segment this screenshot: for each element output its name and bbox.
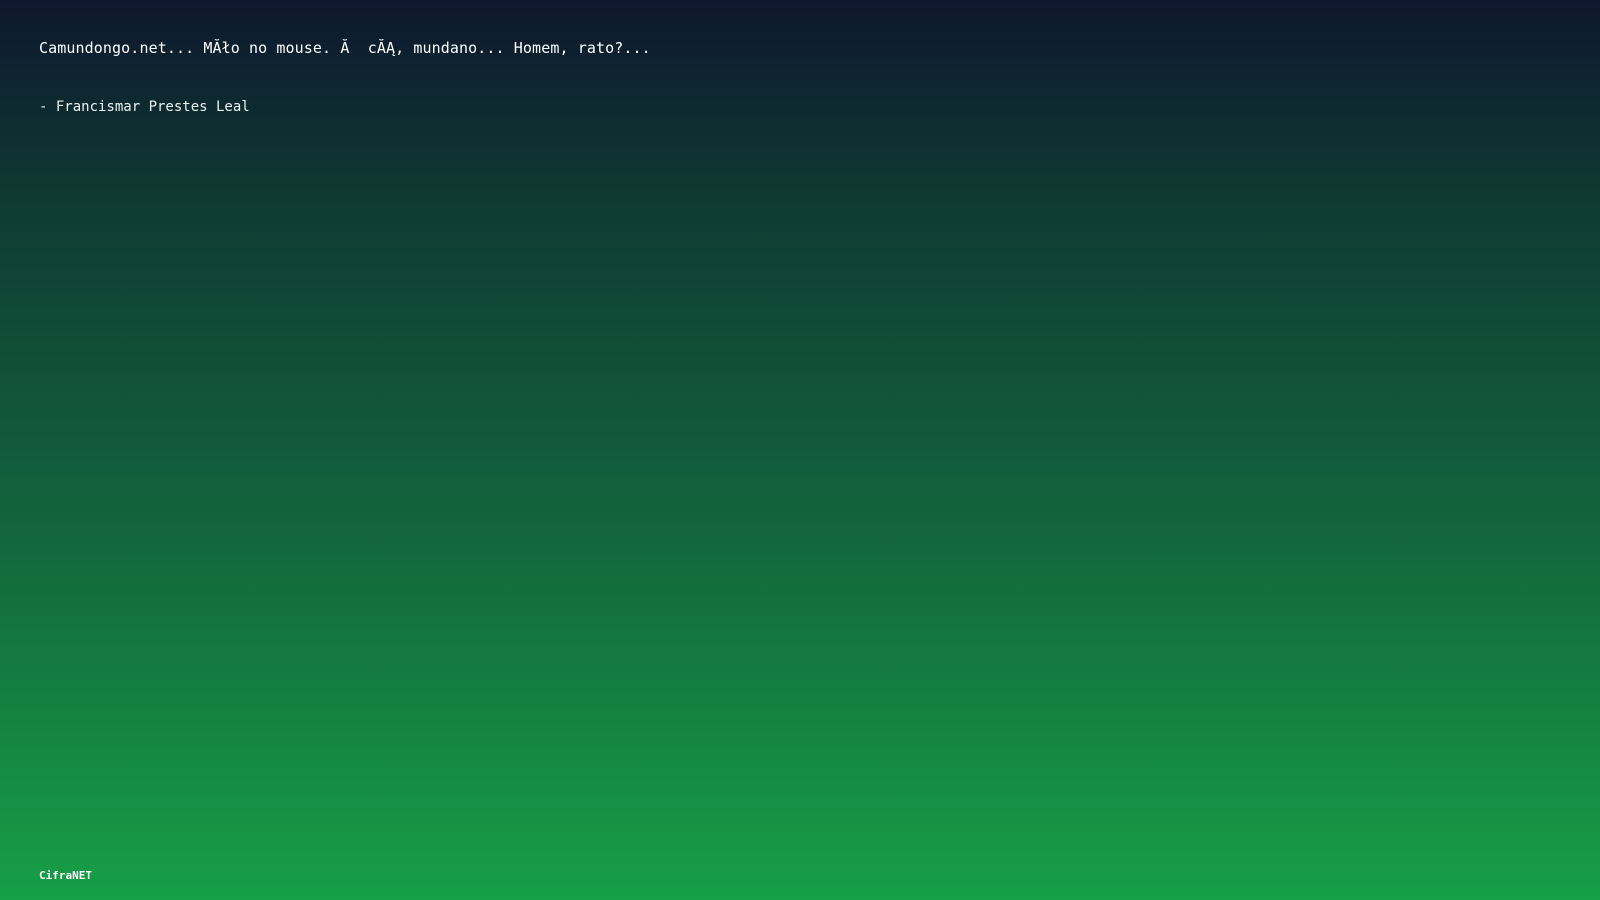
brand-label: CifraNET	[39, 869, 92, 882]
quote-author: - Francismar Prestes Leal	[39, 99, 250, 115]
quote-screen: Camundongo.net... MĂło no mouse. Ă cĂĄ, …	[0, 0, 1600, 900]
quote-text: Camundongo.net... MĂło no mouse. Ă cĂĄ, …	[39, 39, 651, 57]
